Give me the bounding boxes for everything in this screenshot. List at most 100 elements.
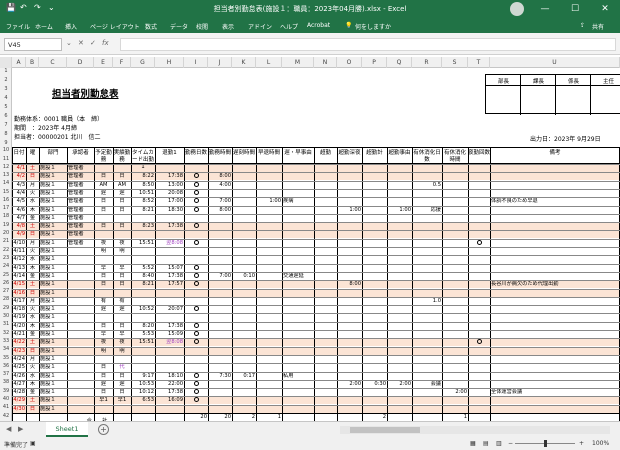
- table-cell[interactable]: 施設１: [40, 338, 66, 346]
- table-cell[interactable]: [185, 280, 207, 288]
- table-cell[interactable]: [283, 347, 313, 355]
- row-header[interactable]: 14: [0, 180, 12, 186]
- table-cell[interactable]: 全体運営会議: [491, 388, 619, 396]
- table-cell[interactable]: 施設１: [40, 164, 66, 172]
- table-cell[interactable]: 施設１: [40, 181, 66, 189]
- table-cell[interactable]: [338, 164, 361, 172]
- table-cell[interactable]: [68, 388, 93, 396]
- table-cell[interactable]: [363, 396, 386, 404]
- table-cell[interactable]: [443, 272, 467, 280]
- table-cell[interactable]: [469, 388, 489, 396]
- table-cell[interactable]: [95, 230, 112, 238]
- fx-icon[interactable]: fx: [102, 39, 109, 47]
- row-header[interactable]: 13: [0, 172, 12, 178]
- table-cell[interactable]: 日: [95, 363, 112, 371]
- table-cell[interactable]: [315, 214, 336, 222]
- table-cell[interactable]: 金: [27, 330, 38, 338]
- table-cell[interactable]: [388, 272, 411, 280]
- table-cell[interactable]: 管理者: [68, 164, 93, 172]
- table-cell[interactable]: [315, 255, 336, 263]
- table-cell[interactable]: [338, 172, 361, 180]
- table-cell[interactable]: [338, 255, 361, 263]
- table-cell[interactable]: [491, 297, 619, 305]
- table-cell[interactable]: [413, 396, 441, 404]
- table-cell[interactable]: [413, 363, 441, 371]
- table-cell[interactable]: [388, 280, 411, 288]
- table-cell[interactable]: [283, 330, 313, 338]
- column-header[interactable]: A: [12, 57, 26, 68]
- row-header[interactable]: 10: [0, 147, 12, 153]
- table-cell[interactable]: [315, 347, 336, 355]
- table-cell[interactable]: 施設１: [40, 363, 66, 371]
- table-cell[interactable]: [132, 230, 154, 238]
- table-cell[interactable]: [209, 230, 231, 238]
- table-cell[interactable]: 施設１: [40, 189, 66, 197]
- table-cell[interactable]: [185, 255, 207, 263]
- table-cell[interactable]: [315, 322, 336, 330]
- table-cell[interactable]: 施設１: [40, 264, 66, 272]
- table-cell[interactable]: [68, 338, 93, 346]
- table-cell[interactable]: 火: [27, 247, 38, 255]
- share-icon[interactable]: ⇪: [580, 22, 585, 29]
- tab-insert[interactable]: 挿入: [65, 22, 77, 31]
- page-layout-view-icon[interactable]: ▤: [483, 440, 489, 447]
- table-cell[interactable]: 日: [95, 272, 112, 280]
- row-header[interactable]: 33: [0, 338, 12, 344]
- table-cell[interactable]: [185, 388, 207, 396]
- table-cell[interactable]: [233, 197, 255, 205]
- table-cell[interactable]: [469, 272, 489, 280]
- table-cell[interactable]: 8:52: [132, 197, 154, 205]
- table-cell[interactable]: [233, 189, 255, 197]
- table-cell[interactable]: 2:00: [443, 388, 467, 396]
- table-cell[interactable]: 20:08: [156, 189, 183, 197]
- table-cell[interactable]: [283, 363, 313, 371]
- table-cell[interactable]: [315, 230, 336, 238]
- table-cell[interactable]: 夜: [95, 338, 112, 346]
- table-cell[interactable]: 13:00: [156, 181, 183, 189]
- table-cell[interactable]: [469, 289, 489, 297]
- table-cell[interactable]: [68, 330, 93, 338]
- table-cell[interactable]: [443, 396, 467, 404]
- table-cell[interactable]: [315, 239, 336, 247]
- table-cell[interactable]: [443, 164, 467, 172]
- table-cell[interactable]: [491, 164, 619, 172]
- table-cell[interactable]: [233, 239, 255, 247]
- table-cell[interactable]: [469, 214, 489, 222]
- table-cell[interactable]: [413, 313, 441, 321]
- table-cell[interactable]: [257, 363, 281, 371]
- table-cell[interactable]: 日: [95, 280, 112, 288]
- table-cell[interactable]: [156, 347, 183, 355]
- table-cell[interactable]: [315, 172, 336, 180]
- table-cell[interactable]: 18:30: [156, 206, 183, 214]
- row-header[interactable]: 27: [0, 288, 12, 294]
- table-cell[interactable]: [257, 396, 281, 404]
- table-cell[interactable]: [413, 322, 441, 330]
- table-cell[interactable]: [469, 197, 489, 205]
- table-cell[interactable]: [257, 405, 281, 413]
- table-cell[interactable]: [469, 222, 489, 230]
- table-cell[interactable]: [68, 305, 93, 313]
- table-cell[interactable]: [413, 255, 441, 263]
- table-cell[interactable]: [443, 239, 467, 247]
- table-cell[interactable]: 日: [114, 280, 130, 288]
- table-cell[interactable]: [413, 372, 441, 380]
- table-cell[interactable]: 4/3: [13, 181, 25, 189]
- table-cell[interactable]: [257, 230, 281, 238]
- table-cell[interactable]: 木: [27, 380, 38, 388]
- table-cell[interactable]: [283, 388, 313, 396]
- row-header[interactable]: 28: [0, 296, 12, 302]
- table-cell[interactable]: [443, 230, 467, 238]
- column-header[interactable]: Q: [387, 57, 412, 68]
- table-cell[interactable]: [283, 214, 313, 222]
- table-cell[interactable]: [209, 214, 231, 222]
- column-header[interactable]: R: [412, 57, 442, 68]
- table-cell[interactable]: [469, 405, 489, 413]
- table-cell[interactable]: [338, 396, 361, 404]
- row-header[interactable]: 35: [0, 355, 12, 361]
- table-cell[interactable]: 早1: [95, 396, 112, 404]
- table-cell[interactable]: [338, 313, 361, 321]
- row-header[interactable]: 6: [0, 113, 12, 119]
- table-cell[interactable]: [388, 297, 411, 305]
- table-cell[interactable]: [185, 189, 207, 197]
- row-header[interactable]: 2: [0, 77, 12, 83]
